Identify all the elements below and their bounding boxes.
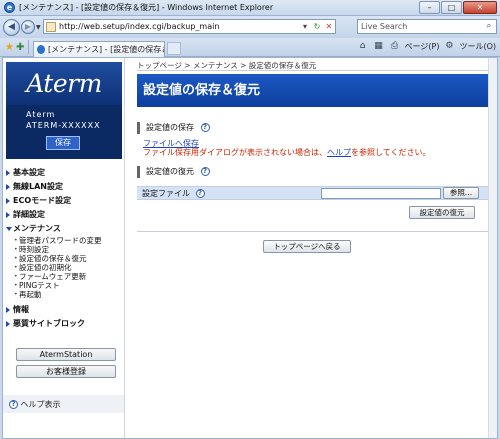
save-note-suffix: を参照してください。 [351,148,431,157]
forward-button[interactable]: ▶ [21,20,35,34]
sidebar-item-label: ECOモード設定 [13,196,72,205]
save-note: ファイル保存用ダイアログが表示されない場合は、ヘルプを参照してください。 [143,147,431,158]
config-file-label: 設定ファイル [142,189,190,198]
tab-toolbar: ★ ✚ [メンテナンス] - [設定値の保存＆復... ⌂ ▦ ⎙ ページ(P)… [0,38,500,57]
divider [137,231,489,232]
page-menu[interactable]: ページ(P) [405,41,440,52]
model-name: Aterm [26,110,56,119]
ie-logo-icon: e [4,2,15,13]
arrow-right-icon [6,307,10,313]
product-panel: Aterm Aterm ATERM-XXXXXX 保存 [6,62,122,159]
command-bar: ⌂ ▦ ⎙ ページ(P) ⚙ ツール(O) [357,41,496,52]
url-text[interactable]: http://web.setup/index.cgi/backup_main [59,22,299,31]
close-button[interactable]: ✕ [463,1,497,14]
sidebar-item-label: 無線LAN設定 [13,182,63,191]
arrow-right-icon [6,212,10,218]
top-page-button[interactable]: トップページへ戻る [263,240,351,253]
arrow-right-icon [6,170,10,176]
address-toolbar: ◀ ▶ ▼ http://web.setup/index.cgi/backup_… [0,16,500,38]
sidebar-item-basic[interactable]: 基本設定 [6,166,123,180]
submenu-factory-reset[interactable]: 設定値の初期化 [6,263,123,272]
search-icon[interactable]: ⌕ [482,20,496,33]
help-question-icon[interactable]: ? [200,167,210,176]
maximize-button[interactable]: □ [441,1,462,14]
toolbar-separator [28,40,30,54]
search-input[interactable]: Live Search [358,22,482,31]
sidebar-item-label: 詳細設定 [13,210,45,219]
window-titlebar: e [メンテナンス] - [設定値の保存＆復元] - Windows Inter… [0,0,500,16]
address-dropdown-icon[interactable]: ▾ [299,20,311,33]
tab-active[interactable]: [メンテナンス] - [設定値の保存＆復... [33,40,166,57]
address-bar[interactable]: http://web.setup/index.cgi/backup_main ▾… [43,19,336,34]
feeds-icon[interactable]: ▦ [373,41,385,52]
sidebar: Aterm Aterm ATERM-XXXXXX 保存 基本設定 無線LAN設定… [3,58,125,438]
back-button[interactable]: ◀ [3,18,20,36]
sidebar-item-wireless[interactable]: 無線LAN設定 [6,180,123,194]
sidebar-item-advanced[interactable]: 詳細設定 [6,208,123,222]
restore-section-label: 設定値の復元 [146,167,194,176]
tab-favicon-icon [37,44,46,54]
help-row: ? ヘルプ表示 [9,399,61,410]
help-question-icon[interactable]: ? [200,123,210,132]
sidebar-item-label: メンテナンス [13,224,61,233]
tools-menu[interactable]: ツール(O) [459,41,496,52]
model-id: ATERM-XXXXXX [26,121,101,130]
window-title: [メンテナンス] - [設定値の保存＆復元] - Windows Interne… [19,3,274,12]
minimize-button[interactable]: – [419,1,440,14]
new-tab-button[interactable] [167,42,182,55]
page-viewport: Aterm Aterm ATERM-XXXXXX 保存 基本設定 無線LAN設定… [2,57,498,439]
page-icon [46,21,56,32]
sidebar-item-eco[interactable]: ECOモード設定 [6,194,123,208]
customer-register-button[interactable]: お客様登録 [16,365,116,378]
favorites-star-icon[interactable]: ★ [5,42,14,53]
config-file-row: 設定ファイル ? 参照... [137,186,489,200]
arrow-right-icon [6,184,10,190]
sidebar-item-label: 悪質サイトブロック [13,319,85,328]
help-link[interactable]: ヘルプ [327,148,351,157]
refresh-icon[interactable]: ↻ [311,20,323,33]
home-icon[interactable]: ⌂ [357,41,369,52]
submenu-firmware-update[interactable]: ファームウェア更新 [6,272,123,281]
tab-label: [メンテナンス] - [設定値の保存＆復... [48,44,164,54]
submenu-reboot[interactable]: 再起動 [6,290,123,299]
tools-gear-icon[interactable]: ⚙ [443,41,455,52]
submenu-ping-test[interactable]: PINGテスト [6,281,123,290]
print-icon[interactable]: ⎙ [389,41,401,52]
sidebar-item-label: 情報 [13,305,29,314]
aterm-station-button[interactable]: AtermStation [16,348,116,361]
vertical-scrollbar[interactable] [488,58,497,438]
restore-button[interactable]: 設定値の復元 [409,206,475,219]
help-display-label: ヘルプ表示 [20,400,61,409]
save-section-label: 設定値の保存 [146,123,194,132]
sidebar-item-info[interactable]: 情報 [6,303,123,317]
breadcrumb: トップページ > メンテナンス > 設定値の保存＆復元 [137,60,489,71]
page-title: 設定値の保存＆復元 [137,74,489,107]
restore-section-title: 設定値の復元 ? [137,166,210,178]
browse-button[interactable]: 参照... [443,187,479,199]
aterm-logo: Aterm [26,69,102,98]
config-file-label-group: 設定ファイル ? [142,188,205,199]
submenu-time-setting[interactable]: 時刻設定 [6,245,123,254]
save-section-title: 設定値の保存 ? [137,122,210,134]
search-box[interactable]: Live Search ⌕ [357,19,497,34]
save-button[interactable]: 保存 [46,136,80,150]
arrow-right-icon [6,198,10,204]
sidebar-item-maintenance[interactable]: メンテナンス [6,222,123,236]
help-question-icon[interactable]: ? [195,189,205,198]
help-question-icon: ? [9,400,18,409]
arrow-down-icon [6,227,12,231]
add-favorites-icon[interactable]: ✚ [16,42,24,53]
submenu-backup-restore[interactable]: 設定値の保存＆復元 [6,254,123,263]
sidebar-menu: 基本設定 無線LAN設定 ECOモード設定 詳細設定 メンテナンス 管理者パスワ… [6,166,123,331]
history-dropdown-icon[interactable]: ▼ [36,24,41,31]
submenu-admin-password[interactable]: 管理者パスワードの変更 [6,236,123,245]
main-content: トップページ > メンテナンス > 設定値の保存＆復元 設定値の保存＆復元 設定… [127,58,489,438]
save-note-prefix: ファイル保存用ダイアログが表示されない場合は、 [143,148,327,157]
stop-icon[interactable]: ✕ [323,20,335,33]
config-file-input[interactable] [321,188,441,199]
help-display-bar[interactable]: ? ヘルプ表示 [3,395,124,413]
arrow-right-icon [6,321,10,327]
sidebar-item-label: 基本設定 [13,168,45,177]
sidebar-item-site-block[interactable]: 悪質サイトブロック [6,317,123,331]
